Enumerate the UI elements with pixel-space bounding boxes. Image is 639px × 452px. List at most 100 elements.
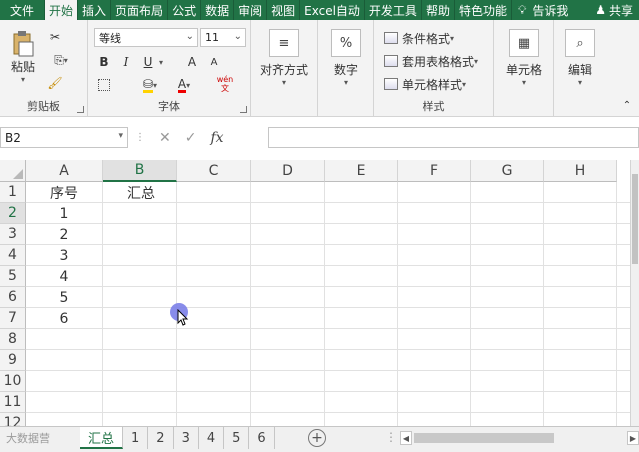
tab-view[interactable]: 视图 — [267, 0, 301, 20]
gridline — [26, 412, 639, 413]
column-header-h[interactable]: H — [544, 160, 617, 182]
format-painter-button[interactable]: 🖌︎ — [46, 74, 64, 92]
italic-button[interactable]: I — [118, 53, 134, 71]
tab-home[interactable]: 开始 — [45, 0, 79, 20]
font-size-value: 11 — [205, 31, 219, 44]
sheet-tab-4[interactable]: 4 — [199, 427, 225, 449]
column-header-d[interactable]: D — [251, 160, 325, 182]
format-as-table-button[interactable]: 套用表格格式 ▾ — [384, 51, 478, 71]
row-header-1[interactable]: 1 — [0, 182, 26, 203]
number-label: 数字 — [333, 63, 358, 77]
tab-page-layout[interactable]: 页面布局 — [111, 0, 169, 20]
share-button[interactable]: ♟ 共享 — [595, 0, 639, 20]
font-launcher[interactable] — [240, 106, 247, 113]
tab-review[interactable]: 审阅 — [234, 0, 268, 20]
cell-a3[interactable]: 2 — [26, 224, 102, 245]
row-header-9[interactable]: 9 — [0, 350, 26, 371]
tell-me-box[interactable]: 💡︎ 告诉我 — [518, 0, 568, 20]
horizontal-scrollbar[interactable]: ◀ ▶ — [400, 431, 639, 445]
sheet-tab-5[interactable]: 5 — [224, 427, 250, 449]
row-header-3[interactable]: 3 — [0, 224, 26, 245]
vertical-scrollbar[interactable] — [630, 160, 639, 426]
formula-input[interactable] — [268, 127, 639, 148]
ribbon-tab-bar: 文件 开始 插入 页面布局 公式 数据 审阅 视图 Excel自动 开发工具 帮… — [0, 0, 639, 20]
sheet-tab-summary[interactable]: 汇总 — [80, 427, 124, 449]
row-header-6[interactable]: 6 — [0, 287, 26, 308]
row-header-10[interactable]: 10 — [0, 371, 26, 392]
font-group: 等线 ⌄ 11 ⌄ B I U ▾ A A ⛁ ▾ A ▾ wén 文 字体 — [88, 20, 251, 117]
row-header-5[interactable]: 5 — [0, 266, 26, 287]
gridline — [26, 391, 639, 392]
font-color-button[interactable]: A ▾ — [170, 76, 198, 94]
alignment-button[interactable]: ≡ 对齐方式 ▾ — [255, 28, 313, 88]
shrink-font-button[interactable]: A — [206, 53, 222, 71]
cell-b1[interactable]: 汇总 — [103, 182, 179, 203]
enter-icon[interactable]: ✓ — [185, 130, 197, 146]
column-header-b[interactable]: B — [103, 160, 177, 182]
column-header-g[interactable]: G — [471, 160, 544, 182]
tab-special[interactable]: 特色功能 — [455, 0, 512, 20]
sheet-tab-2[interactable]: 2 — [148, 427, 174, 449]
fill-color-button[interactable]: ⛁ ▾ — [136, 76, 164, 94]
tab-data[interactable]: 数据 — [201, 0, 235, 20]
gridline — [26, 328, 639, 329]
tab-formulas[interactable]: 公式 — [168, 0, 202, 20]
cell-a2[interactable]: 1 — [26, 203, 102, 224]
gridline — [26, 286, 639, 287]
cell-a1[interactable]: 序号 — [26, 182, 102, 203]
cell-a7[interactable]: 6 — [26, 308, 102, 329]
select-all-button[interactable] — [0, 160, 26, 182]
horizontal-scroll-thumb[interactable] — [414, 433, 554, 443]
tab-insert[interactable]: 插入 — [78, 0, 112, 20]
worksheet-grid[interactable]: A B C D E F G H 1 2 3 4 5 6 7 8 9 10 11 … — [0, 160, 639, 426]
scroll-right-icon[interactable]: ▶ — [627, 431, 639, 445]
cut-button[interactable]: ✂ — [46, 28, 64, 46]
underline-dropdown[interactable]: ▾ — [156, 53, 166, 71]
name-box-value: B2 — [5, 130, 21, 145]
column-header-e[interactable]: E — [325, 160, 398, 182]
name-box[interactable]: B2 ▾ — [0, 127, 128, 148]
tab-split-handle[interactable]: ⋮ — [385, 430, 397, 444]
insert-function-icon[interactable]: fx — [210, 130, 223, 146]
table-icon — [384, 55, 398, 67]
paste-button[interactable]: 粘贴 ▾ — [6, 28, 40, 86]
cancel-icon[interactable]: ✕ — [159, 130, 171, 146]
row-header-11[interactable]: 11 — [0, 392, 26, 413]
cells-button[interactable]: ▦ 单元格 ▾ — [500, 28, 548, 88]
cell-a5[interactable]: 4 — [26, 266, 102, 287]
cell-a4[interactable]: 3 — [26, 245, 102, 266]
conditional-format-button[interactable]: 条件格式 ▾ — [384, 28, 454, 48]
column-header-c[interactable]: C — [177, 160, 251, 182]
cell-a6[interactable]: 5 — [26, 287, 102, 308]
sheet-tab-6[interactable]: 6 — [249, 427, 275, 449]
bold-button[interactable]: B — [96, 53, 112, 71]
tab-excel-auto[interactable]: Excel自动 — [300, 0, 365, 20]
font-name-select[interactable]: 等线 ⌄ — [94, 28, 198, 47]
row-header-4[interactable]: 4 — [0, 245, 26, 266]
row-header-7[interactable]: 7 — [0, 308, 26, 329]
editing-button[interactable]: ⌕ 编辑 ▾ — [558, 28, 602, 88]
collapse-ribbon-button[interactable]: ⌃ — [620, 98, 634, 112]
row-header-12[interactable]: 12 — [0, 413, 26, 426]
vertical-scroll-thumb[interactable] — [632, 174, 638, 264]
sheet-tab-3[interactable]: 3 — [174, 427, 199, 449]
clipboard-launcher[interactable] — [77, 106, 84, 113]
row-header-8[interactable]: 8 — [0, 329, 26, 350]
tab-help[interactable]: 帮助 — [422, 0, 455, 20]
copy-button[interactable]: ⎘ ▾ — [46, 51, 76, 69]
tab-developer[interactable]: 开发工具 — [365, 0, 422, 20]
column-header-a[interactable]: A — [26, 160, 103, 182]
underline-button[interactable]: U — [140, 53, 156, 71]
row-header-2[interactable]: 2 — [0, 203, 26, 224]
borders-button[interactable] — [96, 76, 112, 94]
tab-file[interactable]: 文件 — [0, 0, 46, 20]
phonetic-button[interactable]: wén 文 — [212, 72, 238, 96]
sheet-tab-1[interactable]: 1 — [123, 427, 149, 449]
font-size-select[interactable]: 11 ⌄ — [200, 28, 246, 47]
number-format-button[interactable]: % 数字 ▾ — [324, 28, 368, 88]
scroll-left-icon[interactable]: ◀ — [400, 431, 412, 445]
add-sheet-button[interactable]: + — [308, 429, 326, 447]
cell-styles-button[interactable]: 单元格样式 ▾ — [384, 74, 466, 94]
column-header-f[interactable]: F — [398, 160, 471, 182]
grow-font-button[interactable]: A — [184, 53, 200, 71]
